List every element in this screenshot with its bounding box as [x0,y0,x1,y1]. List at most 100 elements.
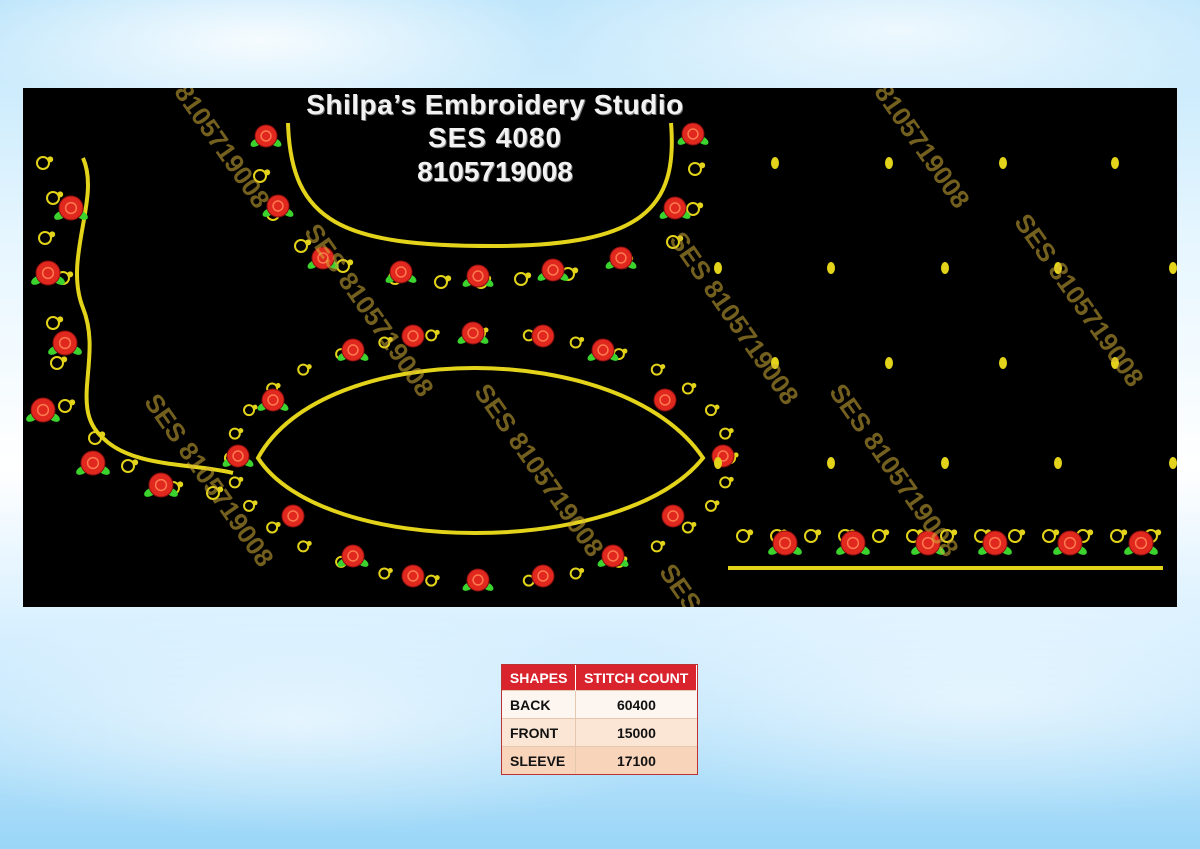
vine-bud-icon [47,156,54,163]
vine-bud-icon [387,567,393,573]
vine-bud-icon [728,476,734,482]
vine-sprig-icon [1110,529,1124,543]
vine-bud-icon [57,191,64,198]
vine-bud-icon [579,567,585,573]
studio-name: Shilpa’s Embroidery Studio [306,89,684,120]
vine-bud-icon [434,329,440,335]
rose-icon [663,196,687,220]
butta-motif-icon [771,157,779,169]
vine-bud-icon [1053,529,1060,536]
vine-bud-icon [525,272,532,279]
vine-sprig-icon [872,529,886,543]
rose-icon [1128,530,1154,556]
rose-icon [466,568,490,592]
rose-icon [226,444,250,468]
vine-bud-icon [238,476,244,482]
vine-bud-icon [238,428,244,434]
butta-motif-icon [885,157,893,169]
butta-motif-icon [1169,262,1177,274]
vine-sprig-icon [121,459,135,473]
vine-sprig-icon [704,404,717,417]
vine-bud-icon [69,399,76,406]
vine-sprig-icon [681,382,694,395]
butta-motif-icon [827,262,835,274]
rose-icon [281,504,305,528]
rose-icon [341,544,365,568]
rose-icon [982,530,1008,556]
vine-sprig-icon [514,272,528,286]
vine-bud-icon [815,529,822,536]
vine-sprig-icon [650,363,663,376]
vine-bud-icon [1087,529,1094,536]
column-header-shapes: SHAPES [502,665,577,691]
vine-sprig-icon [425,329,438,342]
shape-name: BACK [502,690,577,719]
vine-bud-icon [264,169,271,176]
vine-bud-icon [714,404,720,410]
vine-bud-icon [67,271,74,278]
butta-motif-icon [941,262,949,274]
column-header-stitch-count: STITCH COUNT [575,665,697,691]
shape-name: SLEEVE [502,746,577,774]
vine-sprig-icon [36,156,50,170]
vine-sprig-icon [681,521,694,534]
rose-icon [341,338,365,362]
rose-icon [840,530,866,556]
rose-icon [661,504,685,528]
vine-bud-icon [99,431,106,438]
vine-sprig-icon [650,540,663,553]
vine-bud-icon [57,316,64,323]
vine-bud-icon [306,540,312,546]
table-row: BACK 60400 [502,690,697,719]
vine-bud-icon [883,529,890,536]
vine-sprig-icon [569,336,582,349]
rose-icon [389,260,413,284]
rose-icon [541,258,565,282]
embroidery-design-panel: 8105719008 8105719008 SES 8105719008 SES… [23,88,1177,607]
vine-sprig-icon [46,191,60,205]
stitch-count: 15000 [575,718,697,747]
vine-sprig-icon [1042,529,1056,543]
butta-motif-icon [1111,157,1119,169]
vine-bud-icon [445,275,452,282]
butta-motif-icon [885,357,893,369]
vine-sprig-icon [50,356,64,370]
vine-bud-icon [691,521,697,527]
vine-sprig-icon [719,476,732,489]
rose-icon [401,564,425,588]
vine-sprig-icon [804,529,818,543]
vine-bud-icon [728,428,734,434]
rose-icon [52,330,78,356]
vine-bud-icon [697,202,704,209]
vine-bud-icon [572,267,579,274]
rose-icon [772,530,798,556]
vine-bud-icon [61,356,68,363]
vine-bud-icon [714,500,720,506]
rose-icon [609,246,633,270]
rose-icon [261,388,285,412]
vine-sprig-icon [736,529,750,543]
vine-bud-icon [252,500,258,506]
stitch-count: 60400 [575,690,697,719]
vine-bud-icon [691,383,697,389]
rose-icon [531,324,555,348]
vine-bud-icon [177,481,184,488]
rose-icon [254,124,278,148]
rose-icon [80,450,106,476]
vine-sprig-icon [38,231,52,245]
vine-sprig-icon [686,202,700,216]
butta-motif-icon [1054,457,1062,469]
vine-sprig-icon [425,574,438,587]
vine-bud-icon [1019,529,1026,536]
vine-sprig-icon [228,427,241,440]
butta-motif-icon [1169,457,1177,469]
rose-icon [531,564,555,588]
vine-sprig-icon [243,404,256,417]
vine-sprig-icon [1008,529,1022,543]
butta-motif-icon [714,457,722,469]
table-row: SLEEVE 17100 [502,746,697,774]
vine-bud-icon [252,404,258,410]
butta-motif-icon [999,157,1007,169]
butta-motif-icon [941,457,949,469]
vine-sprig-icon [46,316,60,330]
